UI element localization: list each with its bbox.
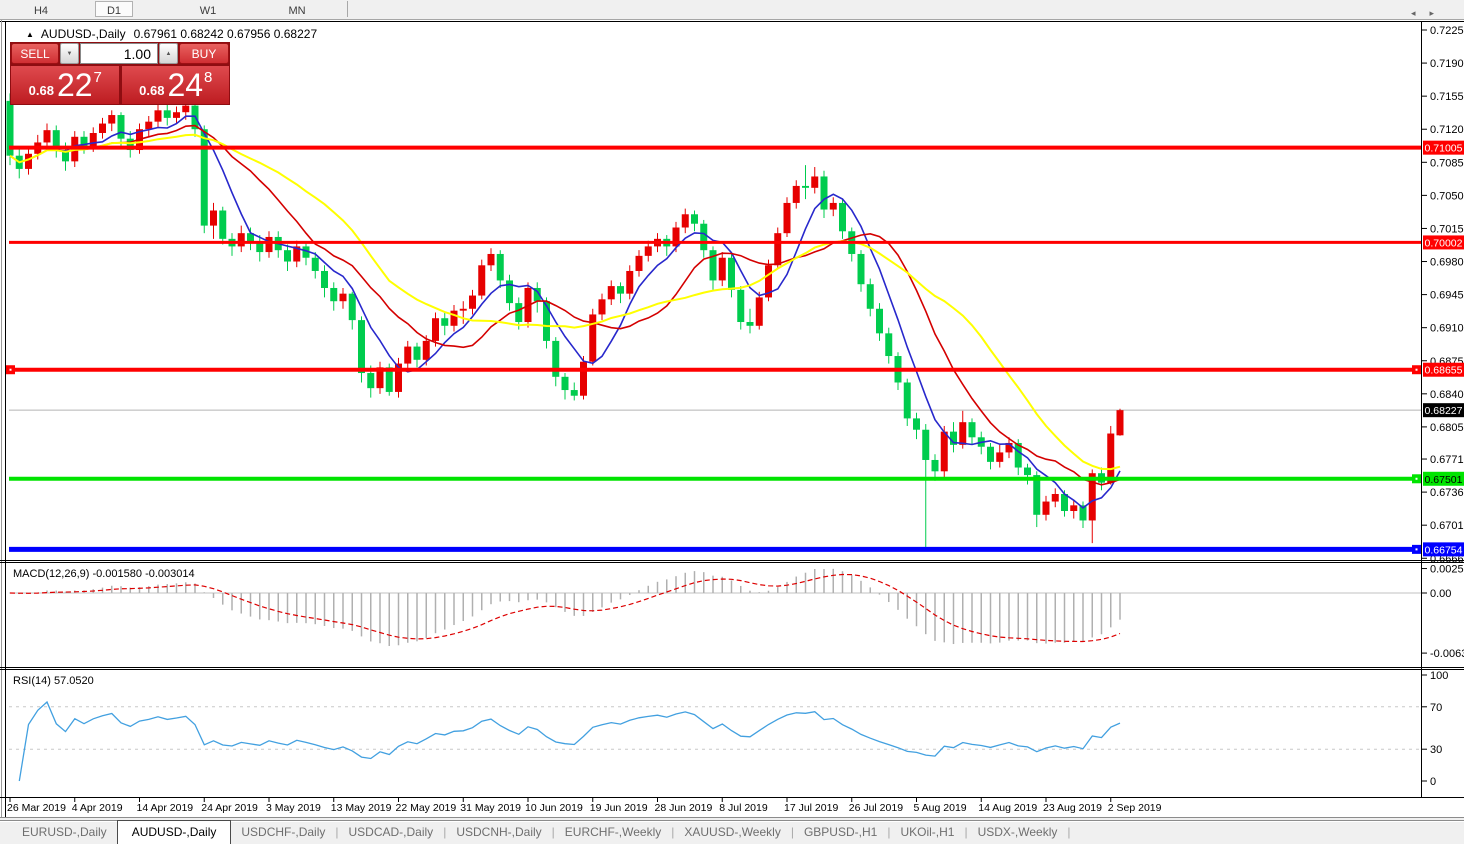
price-tick-label: 0.70850 (1430, 157, 1464, 169)
svg-text:0.66754: 0.66754 (1425, 544, 1463, 556)
buy-price-big: 24 (167, 66, 204, 103)
date-tick-label: 5 Aug 2019 (914, 802, 967, 814)
price-tick-label: 0.69800 (1430, 257, 1464, 269)
sell-price-base: 0.68 (28, 82, 54, 98)
chart-tab-ukoil-h1[interactable]: UKOil-,H1 (890, 821, 964, 844)
volume-input[interactable] (80, 43, 158, 64)
chart-tab-usdcnh-daily[interactable]: USDCNH-,Daily (446, 821, 551, 844)
date-tick-label: 17 Jul 2019 (784, 802, 838, 814)
date-tick-label: 24 Apr 2019 (201, 802, 258, 814)
chart-title: ▲ AUDUSD-,Daily 0.67961 0.68242 0.67956 0.… (26, 27, 317, 41)
chart-tab-usdcad-daily[interactable]: USDCAD-,Daily (339, 821, 444, 844)
svg-text:0.71005: 0.71005 (1425, 143, 1463, 155)
price-tick-label: 0.67360 (1430, 487, 1464, 499)
rsi-label: RSI(14) 57.0520 (13, 675, 94, 687)
tabs-scroll-left-icon[interactable]: ◂ (1411, 8, 1430, 18)
rsi-tick-label: 70 (1430, 702, 1442, 714)
timeframe-button-d1[interactable]: D1 (95, 1, 133, 17)
timeframe-toolbar: H4 D1 W1 MN (0, 0, 1464, 20)
timeframe-button-w1[interactable]: W1 (189, 1, 227, 17)
chart-ohlc-values: 0.67961 0.68242 0.67956 0.68227 (133, 27, 318, 41)
macd-tick-label: 0.00 (1430, 588, 1451, 600)
chart-symbol-label: AUDUSD-,Daily (40, 27, 126, 41)
date-tick-label: 10 Jun 2019 (525, 802, 583, 814)
sell-price-sup: 7 (93, 68, 102, 86)
chart-tab-eurusd-daily[interactable]: EURUSD-,Daily (12, 821, 117, 844)
chart-canvas[interactable]: MACD(12,26,9) -0.001580 -0.003014 0.00257… (0, 20, 1464, 824)
date-tick-label: 2 Sep 2019 (1108, 802, 1162, 814)
svg-text:0.70002: 0.70002 (1425, 237, 1463, 249)
date-tick-label: 13 May 2019 (331, 802, 392, 814)
timeframe-button-mn[interactable]: MN (278, 1, 316, 17)
rsi-tick-label: 100 (1430, 670, 1448, 682)
buy-price-base: 0.68 (139, 82, 165, 98)
price-tick-label: 0.71200 (1430, 124, 1464, 136)
trading-terminal: H4 D1 W1 MN MACD(12,26,9) -0.001580 -0.0030… (0, 0, 1464, 844)
date-tick-label: 19 Jun 2019 (590, 802, 648, 814)
symbol-tab-bar: EURUSD-,Daily AUDUSD-,Daily USDCHF-,Daily |… (0, 820, 1464, 844)
price-tick-label: 0.71550 (1430, 91, 1464, 103)
buy-button[interactable]: BUY (179, 43, 229, 64)
chart-tab-eurchf-weekly[interactable]: EURCHF-,Weekly (555, 821, 671, 844)
price-tick-label: 0.69450 (1430, 290, 1464, 302)
sell-price[interactable]: 0.68 22 7 (11, 66, 119, 104)
date-tick-label: 31 May 2019 (460, 802, 521, 814)
sell-price-big: 22 (56, 66, 93, 103)
price-tick-label: 0.72250 (1430, 25, 1464, 37)
date-tick-label: 23 Aug 2019 (1043, 802, 1102, 814)
macd-label: MACD(12,26,9) -0.001580 -0.003014 (13, 568, 195, 580)
chart-tab-xauusd-weekly[interactable]: XAUUSD-,Weekly (674, 821, 790, 844)
buy-price-sup: 8 (204, 68, 213, 86)
price-tick-label: 0.70150 (1430, 223, 1464, 235)
macd-tick-label: 0.002574 (1430, 564, 1464, 576)
volume-decrease-button[interactable]: ▼ (60, 43, 79, 64)
buy-price[interactable]: 0.68 24 8 (121, 66, 229, 104)
chart-tab-usdx-weekly[interactable]: USDX-,Weekly (968, 821, 1068, 844)
chart-tab-gbpusd-h1[interactable]: GBPUSD-,H1 (794, 821, 887, 844)
price-tick-label: 0.68050 (1430, 422, 1464, 434)
chart-tab-usdchf-daily[interactable]: USDCHF-,Daily (231, 821, 335, 844)
price-tick-label: 0.69100 (1430, 323, 1464, 335)
date-tick-label: 14 Aug 2019 (978, 802, 1037, 814)
timeframe-button-h4[interactable]: H4 (22, 1, 60, 17)
date-tick-label: 14 Apr 2019 (137, 802, 194, 814)
volume-increase-button[interactable]: ▲ (159, 43, 178, 64)
date-tick-label: 4 Apr 2019 (72, 802, 123, 814)
sell-button[interactable]: SELL (11, 43, 59, 64)
chart-tab-audusd-daily[interactable]: AUDUSD-,Daily (116, 820, 232, 844)
svg-text:0.67501: 0.67501 (1425, 474, 1463, 486)
svg-text:0.68655: 0.68655 (1425, 365, 1463, 377)
date-tick-label: 28 Jun 2019 (655, 802, 713, 814)
macd-tick-label: -0.006326 (1430, 648, 1464, 660)
svg-text:0.68227: 0.68227 (1425, 405, 1463, 417)
tab-divider: | (1067, 825, 1071, 839)
toolbar-divider (347, 1, 348, 17)
date-tick-label: 3 May 2019 (266, 802, 321, 814)
price-tick-label: 0.67710 (1430, 454, 1464, 466)
rsi-tick-label: 0 (1430, 776, 1436, 788)
price-tick-label: 0.71900 (1430, 58, 1464, 70)
date-tick-label: 8 Jul 2019 (719, 802, 768, 814)
price-tick-label: 0.67010 (1430, 520, 1464, 532)
one-click-trading-panel: SELL ▼ ▲ BUY 0.68 22 7 0.68 24 8 (10, 42, 230, 105)
price-tick-label: 0.70500 (1430, 190, 1464, 202)
date-tick-label: 26 Mar 2019 (7, 802, 66, 814)
price-tick-label: 0.68400 (1430, 389, 1464, 401)
rsi-tick-label: 30 (1430, 744, 1442, 756)
collapse-icon[interactable]: ▲ (26, 30, 34, 39)
tab-scroll-arrows: ◂▸ (1411, 8, 1448, 19)
date-tick-label: 22 May 2019 (396, 802, 457, 814)
tabs-scroll-right-icon[interactable]: ▸ (1429, 8, 1448, 18)
date-tick-label: 26 Jul 2019 (849, 802, 903, 814)
